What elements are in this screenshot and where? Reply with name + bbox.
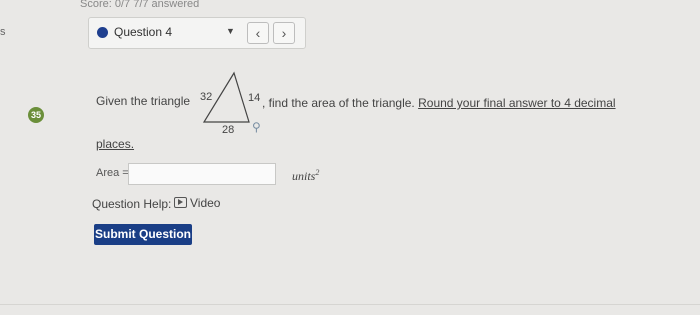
- chevron-right-icon: ›: [281, 25, 287, 41]
- question-help-label: Question Help:: [92, 197, 172, 211]
- question-page: Score: 0/7 7/7 answered s Question 4 ▼ ‹…: [0, 0, 700, 315]
- video-help-link[interactable]: Video: [174, 196, 220, 210]
- units-exponent: 2: [315, 168, 320, 177]
- side-left-label: 32: [200, 91, 212, 103]
- left-edge-mark: s: [0, 26, 6, 38]
- score-header: Score: 0/7 7/7 answered: [80, 0, 200, 8]
- rounding-instruction-cont: places.: [96, 137, 135, 151]
- video-icon: [174, 197, 187, 208]
- units-label: units2: [292, 168, 319, 184]
- question-given-text: Given the triangle: [96, 94, 191, 108]
- question-instruction: , find the area of the triangle. Round y…: [262, 96, 616, 110]
- caret-down-icon[interactable]: ▼: [226, 26, 235, 36]
- area-input[interactable]: [128, 163, 276, 185]
- area-label: Area =: [96, 167, 129, 179]
- side-bottom-label: 28: [222, 124, 234, 134]
- question-number-badge: 35: [28, 107, 44, 123]
- page-divider: [0, 304, 700, 305]
- question-selector[interactable]: Question 4 ▼ ‹ ›: [88, 17, 306, 49]
- find-text: , find the area of the triangle.: [262, 96, 419, 110]
- video-label: Video: [190, 196, 221, 210]
- rounding-instruction: Round your final answer to 4 decimal: [418, 96, 616, 110]
- units-text: units: [292, 169, 316, 183]
- side-right-label: 14: [248, 92, 260, 104]
- submit-question-button[interactable]: Submit Question: [94, 224, 192, 245]
- previous-question-button[interactable]: ‹: [247, 22, 269, 44]
- question-label: Question 4: [114, 25, 173, 39]
- magnify-icon[interactable]: ⚲: [252, 120, 261, 134]
- next-question-button[interactable]: ›: [273, 22, 295, 44]
- chevron-left-icon: ‹: [255, 25, 261, 41]
- status-dot-icon: [97, 27, 108, 38]
